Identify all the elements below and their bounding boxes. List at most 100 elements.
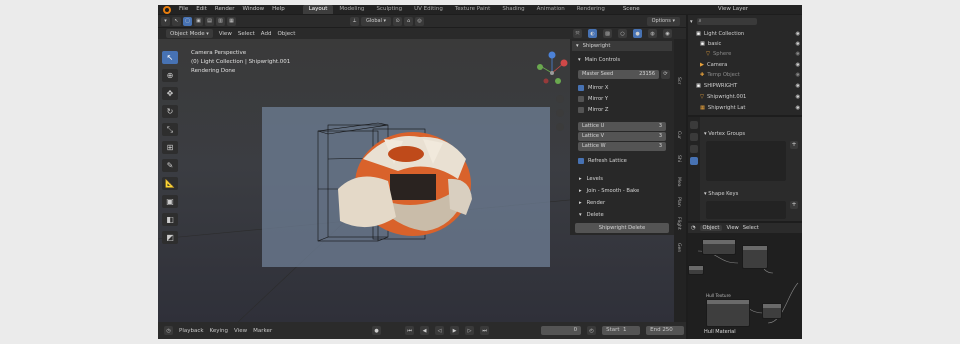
rotate-tool-icon[interactable]: ↻: [162, 105, 178, 118]
outliner-item[interactable]: ▽ Sphere ◉: [690, 49, 800, 58]
mirror-y-checkbox[interactable]: [578, 96, 584, 102]
view-layer-selector[interactable]: View Layer: [714, 5, 752, 14]
tab-rendering[interactable]: Rendering: [571, 5, 611, 14]
data-tab-icon[interactable]: [690, 157, 698, 165]
levels-subpanel[interactable]: ▸ Levels: [574, 174, 670, 184]
viewport-nav-buttons[interactable]: [556, 95, 564, 131]
eye-icon[interactable]: ◉: [795, 83, 800, 89]
cursor-tool-icon[interactable]: ⊕: [162, 69, 178, 82]
sidetab-mea[interactable]: Mea: [676, 177, 681, 187]
shader-node[interactable]: [688, 265, 704, 275]
shape-keys-list[interactable]: [706, 201, 786, 219]
menu-file[interactable]: File: [175, 5, 192, 14]
mirror-x-checkbox[interactable]: [578, 85, 584, 91]
transform-tool-icon[interactable]: ⊞: [162, 141, 178, 154]
vertex-groups-list[interactable]: [706, 141, 786, 181]
menu-window[interactable]: Window: [238, 5, 268, 14]
xray-icon[interactable]: ▨: [603, 29, 612, 38]
eye-icon[interactable]: ◉: [795, 94, 800, 100]
eye-icon[interactable]: ◉: [795, 62, 800, 68]
outliner-item[interactable]: ▣ SHIPWRIGHT ◉: [690, 81, 800, 90]
mirror-z-checkbox[interactable]: [578, 107, 584, 113]
move-tool-icon[interactable]: ✥: [162, 87, 178, 100]
jump-end-icon[interactable]: ⏭: [480, 326, 490, 335]
shading-rendered-icon[interactable]: ◉: [663, 29, 672, 38]
mirror-y-row[interactable]: Mirror Y: [574, 94, 670, 104]
menu-object[interactable]: Object: [277, 31, 295, 37]
menu-edit[interactable]: Edit: [192, 5, 211, 14]
end-frame-field[interactable]: End 250: [646, 326, 685, 335]
scene-selector[interactable]: Scene: [619, 5, 644, 14]
shader-node-editor[interactable]: ◔ Object View Select Hull Texture Hull M…: [688, 223, 802, 339]
eye-icon[interactable]: ◉: [795, 41, 800, 47]
select-invert-icon[interactable]: ▥: [216, 16, 225, 26]
extra-tool-1-icon[interactable]: ◧: [162, 213, 178, 226]
refresh-seed-icon[interactable]: ⟳: [661, 69, 670, 79]
shader-node[interactable]: [762, 303, 782, 319]
select-subtract-icon[interactable]: ▤: [205, 16, 214, 26]
tab-layout[interactable]: Layout: [302, 5, 334, 14]
shading-solid-icon[interactable]: ●: [633, 29, 642, 38]
mirror-x-row[interactable]: Mirror X: [574, 83, 670, 93]
clock-icon[interactable]: ◴: [587, 326, 597, 335]
node-menu-view[interactable]: View: [726, 225, 738, 231]
eye-icon[interactable]: ◉: [795, 51, 800, 57]
add-shape-key-button[interactable]: +: [790, 201, 798, 209]
snap-icon[interactable]: ⌂: [404, 16, 414, 26]
editor-type-icon[interactable]: ▾: [161, 16, 170, 26]
blender-logo-icon[interactable]: [163, 5, 171, 14]
select-box-tool-icon[interactable]: ↖: [162, 51, 178, 64]
start-frame-field[interactable]: Start 1: [602, 326, 641, 335]
outliner-item[interactable]: ✚ Temp Object ◉: [690, 70, 800, 79]
eye-icon[interactable]: ◉: [795, 31, 800, 37]
shape-keys-header[interactable]: ▾ Shape Keys: [704, 191, 738, 197]
tab-sculpting[interactable]: Sculpting: [370, 5, 408, 14]
pivot-icon[interactable]: ⊙: [393, 16, 403, 26]
add-vertex-group-button[interactable]: +: [790, 141, 798, 149]
menu-playback[interactable]: Playback: [179, 328, 204, 334]
tool-tab-icon[interactable]: [690, 121, 698, 129]
shader-node[interactable]: [702, 239, 736, 255]
viewport-3d[interactable]: Camera Perspective (0) Light Collection …: [158, 39, 686, 322]
render-subpanel[interactable]: ▸ Render: [574, 198, 670, 208]
join-smooth-subpanel[interactable]: ▸ Join - Smooth - Bake: [574, 186, 670, 196]
shader-node[interactable]: [742, 245, 768, 269]
select-intersect-icon[interactable]: ▦: [227, 16, 236, 26]
menu-keying[interactable]: Keying: [210, 328, 228, 334]
sidetab-plan[interactable]: Plan: [676, 197, 681, 207]
options-dropdown[interactable]: Options ▾: [646, 16, 680, 26]
tab-uv-editing[interactable]: UV Editing: [408, 5, 449, 14]
tab-texture-paint[interactable]: Texture Paint: [449, 5, 497, 14]
tab-animation[interactable]: Animation: [531, 5, 571, 14]
render-tab-icon[interactable]: [690, 133, 698, 141]
delete-subpanel[interactable]: ▾ Delete: [574, 210, 670, 220]
outliner-item[interactable]: ▦ Shipwright Lat ◉: [690, 103, 800, 112]
panel-title-row[interactable]: ▾ Shipwright: [572, 41, 672, 51]
tab-modeling[interactable]: Modeling: [333, 5, 370, 14]
scale-tool-icon[interactable]: ⤡: [162, 123, 178, 136]
menu-render[interactable]: Render: [211, 5, 239, 14]
sidetab-flight[interactable]: Flight: [676, 217, 681, 230]
timeline-editor-icon[interactable]: ◷: [164, 326, 173, 335]
menu-marker[interactable]: Marker: [253, 328, 272, 334]
filter-icon[interactable]: ▾: [690, 19, 693, 25]
eye-icon[interactable]: ◉: [795, 72, 800, 78]
transform-orientation-dropdown[interactable]: Global ▾: [361, 16, 392, 26]
refresh-lattice-checkbox[interactable]: [578, 158, 584, 164]
vertex-groups-header[interactable]: ▾ Vertex Groups: [704, 131, 745, 137]
outliner-item[interactable]: ▣ basic ◉: [690, 39, 800, 48]
record-icon[interactable]: ●: [372, 326, 382, 335]
eye-icon[interactable]: ◉: [795, 105, 800, 111]
outliner-item[interactable]: ▣ Light Collection ◉: [690, 29, 800, 38]
measure-tool-icon[interactable]: 📐: [162, 177, 178, 190]
hull-texture-node[interactable]: [706, 299, 750, 327]
menu-help[interactable]: Help: [268, 5, 289, 14]
tab-shading[interactable]: Shading: [496, 5, 530, 14]
output-tab-icon[interactable]: [690, 145, 698, 153]
sidetab-scr[interactable]: Scr: [676, 77, 681, 84]
mode-dropdown[interactable]: Object Mode ▾: [166, 29, 213, 38]
next-key-icon[interactable]: ▷: [465, 326, 475, 335]
select-tool-icon[interactable]: ↖: [172, 16, 181, 26]
proportional-edit-icon[interactable]: ◎: [415, 16, 425, 26]
orientation-icon[interactable]: ⟂: [350, 16, 359, 26]
